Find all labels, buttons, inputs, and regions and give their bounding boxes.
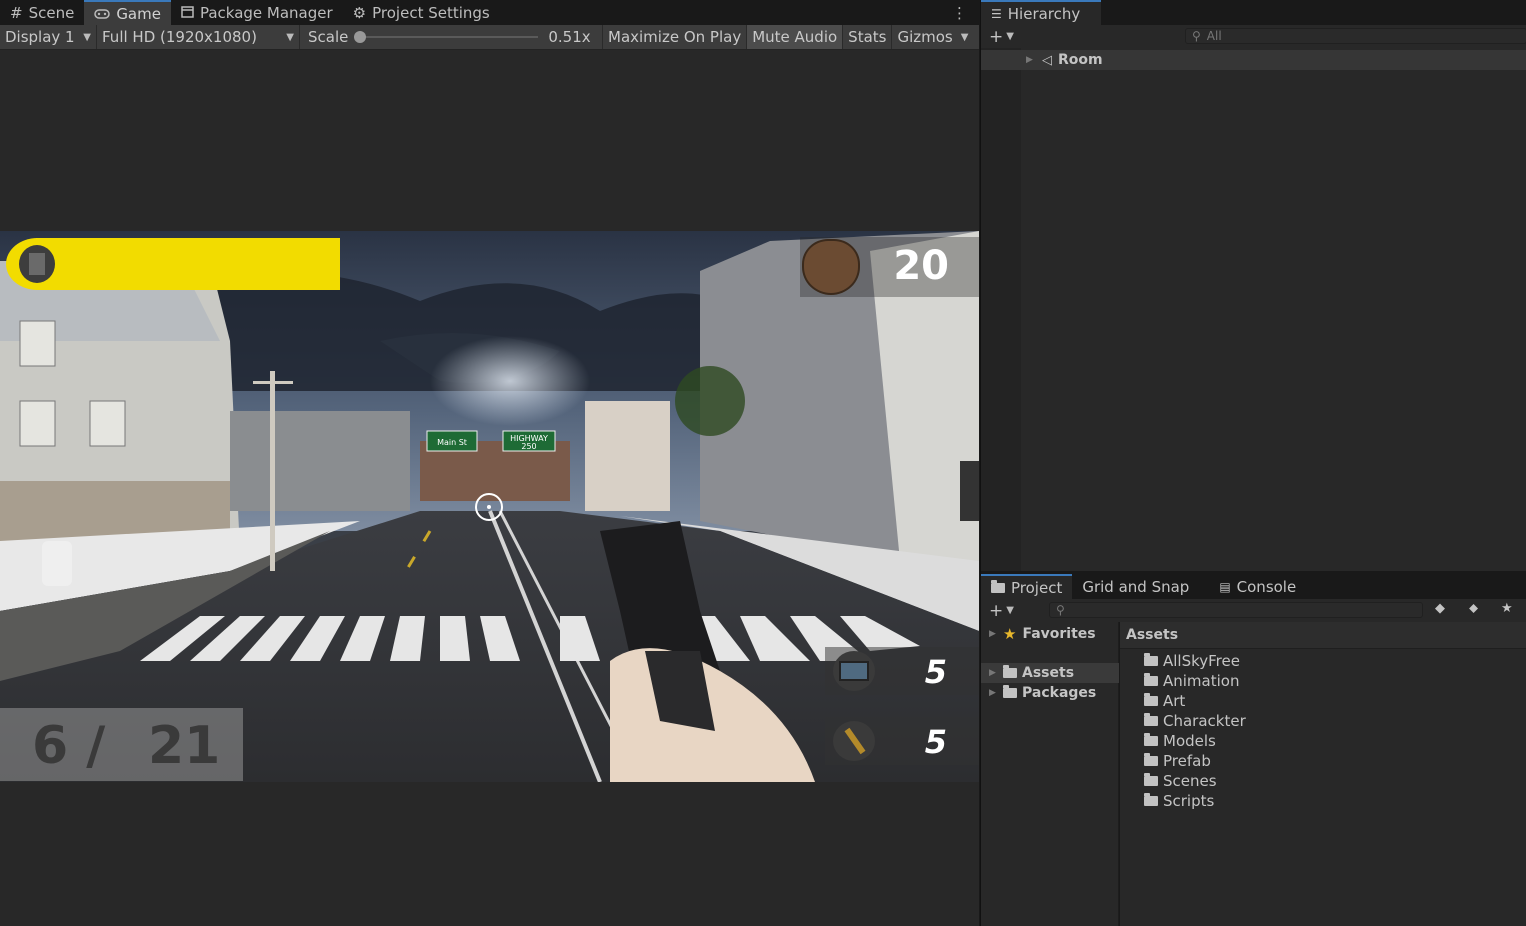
package-icon (181, 4, 194, 22)
asset-folder[interactable]: Prefab (1144, 751, 1526, 771)
label-tag-icon[interactable]: ⬥ (1469, 601, 1478, 616)
more-menu-icon[interactable]: ⋮ (952, 4, 967, 22)
item-counter-battery: 5 (825, 647, 979, 695)
shield-icon (802, 239, 860, 295)
console-icon: ▤ (1219, 579, 1231, 594)
asset-folder[interactable]: Models (1144, 731, 1526, 751)
sign-highway-num: 250 (521, 442, 536, 451)
unity-scene-icon: ◁ (1042, 52, 1052, 68)
battery-count: 5 (924, 653, 947, 691)
folder-icon (991, 579, 1005, 593)
expand-arrow-icon[interactable]: ▶ (1026, 55, 1040, 65)
hierarchy-tabbar: ☰ Hierarchy (981, 0, 1526, 25)
grenade-icon (833, 721, 875, 761)
assets-folder-list: AllSkyFree Animation Art Charackter Mode… (1120, 649, 1526, 811)
tab-scene[interactable]: # Scene (0, 0, 84, 25)
tab-package-manager[interactable]: Package Manager (171, 0, 343, 25)
maximize-on-play-toggle[interactable]: Maximize On Play (603, 25, 748, 49)
stats-toggle[interactable]: Stats (843, 25, 893, 49)
tab-game[interactable]: Game (84, 0, 171, 25)
hierarchy-list-icon: ☰ (991, 6, 1002, 21)
battery-icon (833, 651, 875, 691)
chevron-down-icon: ▼ (286, 31, 294, 43)
project-search-input[interactable]: ⚲ (1049, 602, 1423, 618)
health-icon-circle (6, 238, 69, 290)
folder-icon (1144, 673, 1158, 686)
add-icon[interactable]: + (989, 601, 1003, 621)
hierarchy-content: ▶ ◁ Room (981, 48, 1526, 571)
tab-project[interactable]: Project (981, 574, 1073, 599)
asset-folder[interactable]: AllSkyFree (1144, 651, 1526, 671)
chevron-down-icon[interactable]: ▼ (1006, 605, 1014, 616)
gizmos-dropdown[interactable]: Gizmos ▼ (892, 25, 973, 49)
grid-icon: # (10, 3, 23, 22)
score-widget: 20 (800, 237, 979, 297)
project-assets-pane: Assets AllSkyFree Animation Art Charackt… (1120, 622, 1526, 926)
hierarchy-toolbar: + ▼ ⚲ All (981, 25, 1526, 48)
game-tabbar: # Scene Game Package Manager ⚙ Project S… (0, 0, 979, 25)
gear-icon: ⚙ (352, 3, 367, 22)
ammo-widget: 6 / 21 (0, 708, 243, 781)
tree-favorites[interactable]: ▶ ★ Favorites (981, 624, 1118, 644)
project-tree: ▶ ★ Favorites ▶ Assets ▶ Packages (981, 622, 1119, 926)
game-viewport[interactable]: Main St HIGHWAY 250 20 5 5 6 / 21 (0, 231, 979, 782)
hierarchy-search-input[interactable]: ⚲ All (1185, 28, 1526, 44)
scale-slider[interactable] (354, 31, 539, 43)
ammo-total: 21 (148, 716, 221, 776)
folder-icon (1144, 733, 1158, 746)
tab-hierarchy[interactable]: ☰ Hierarchy (981, 0, 1101, 25)
expand-arrow-icon[interactable]: ▶ (989, 629, 1003, 639)
folder-icon (1144, 653, 1158, 666)
gamepad-icon (94, 5, 111, 23)
expand-arrow-icon[interactable]: ▶ (989, 668, 1003, 678)
tree-assets[interactable]: ▶ Assets (981, 663, 1119, 683)
folder-icon (1144, 753, 1158, 766)
crosshair (475, 493, 503, 521)
hierarchy-item-room[interactable]: ▶ ◁ Room (981, 50, 1526, 70)
chevron-down-icon: ▼ (83, 31, 91, 43)
asset-folder[interactable]: Scripts (1144, 791, 1526, 811)
ammo-clip: 6 / (32, 716, 106, 776)
star-icon: ★ (1003, 625, 1017, 643)
folder-icon (1003, 665, 1017, 678)
item-counter-grenade: 5 (825, 717, 979, 765)
folder-icon (1144, 773, 1158, 786)
search-icon: ⚲ (1192, 29, 1201, 43)
sign-main-st: Main St (437, 438, 467, 447)
project-tabbar: Project Grid and Snap ▤ Console (981, 574, 1526, 599)
tab-project-settings[interactable]: ⚙ Project Settings (343, 0, 500, 25)
folder-icon (1144, 713, 1158, 726)
tab-console[interactable]: ▤ Console (1209, 574, 1306, 599)
health-widget (6, 238, 340, 290)
asset-folder[interactable]: Scenes (1144, 771, 1526, 791)
folder-icon (1003, 685, 1017, 698)
add-icon[interactable]: + (989, 27, 1003, 47)
armor-icon (19, 245, 55, 283)
resolution-dropdown[interactable]: Full HD (1920x1080) ▼ (97, 25, 300, 49)
chevron-down-icon: ▼ (960, 31, 969, 43)
tree-packages[interactable]: ▶ Packages (981, 683, 1118, 703)
health-bar-fill (36, 238, 340, 290)
tab-grid-and-snap[interactable]: Grid and Snap (1072, 574, 1199, 599)
chevron-down-icon[interactable]: ▼ (1006, 31, 1014, 42)
project-toolbar: + ▼ ⚲ ◆ ⬥ ★ (981, 599, 1526, 622)
asset-folder[interactable]: Animation (1144, 671, 1526, 691)
score-value: 20 (893, 243, 949, 289)
asset-folder[interactable]: Art (1144, 691, 1526, 711)
mute-audio-toggle[interactable]: Mute Audio (747, 25, 844, 49)
star-icon[interactable]: ★ (1501, 601, 1513, 616)
scale-control: Scale 0.51x (300, 25, 603, 49)
search-icon: ⚲ (1056, 603, 1065, 617)
display-dropdown[interactable]: Display 1 ▼ (0, 25, 97, 49)
expand-arrow-icon[interactable]: ▶ (989, 688, 1003, 698)
filter-by-type-icon[interactable]: ◆ (1435, 601, 1445, 616)
grenade-count: 5 (924, 723, 947, 761)
assets-breadcrumb: Assets (1120, 622, 1526, 649)
folder-icon (1144, 693, 1158, 706)
asset-folder[interactable]: Charackter (1144, 711, 1526, 731)
right-panels: ☰ Hierarchy + ▼ ⚲ All ▶ ◁ Room Project G… (980, 0, 1526, 926)
scale-slider-handle[interactable] (354, 31, 367, 43)
game-toolbar: Display 1 ▼ Full HD (1920x1080) ▼ Scale … (0, 25, 979, 50)
folder-icon (1144, 793, 1158, 806)
